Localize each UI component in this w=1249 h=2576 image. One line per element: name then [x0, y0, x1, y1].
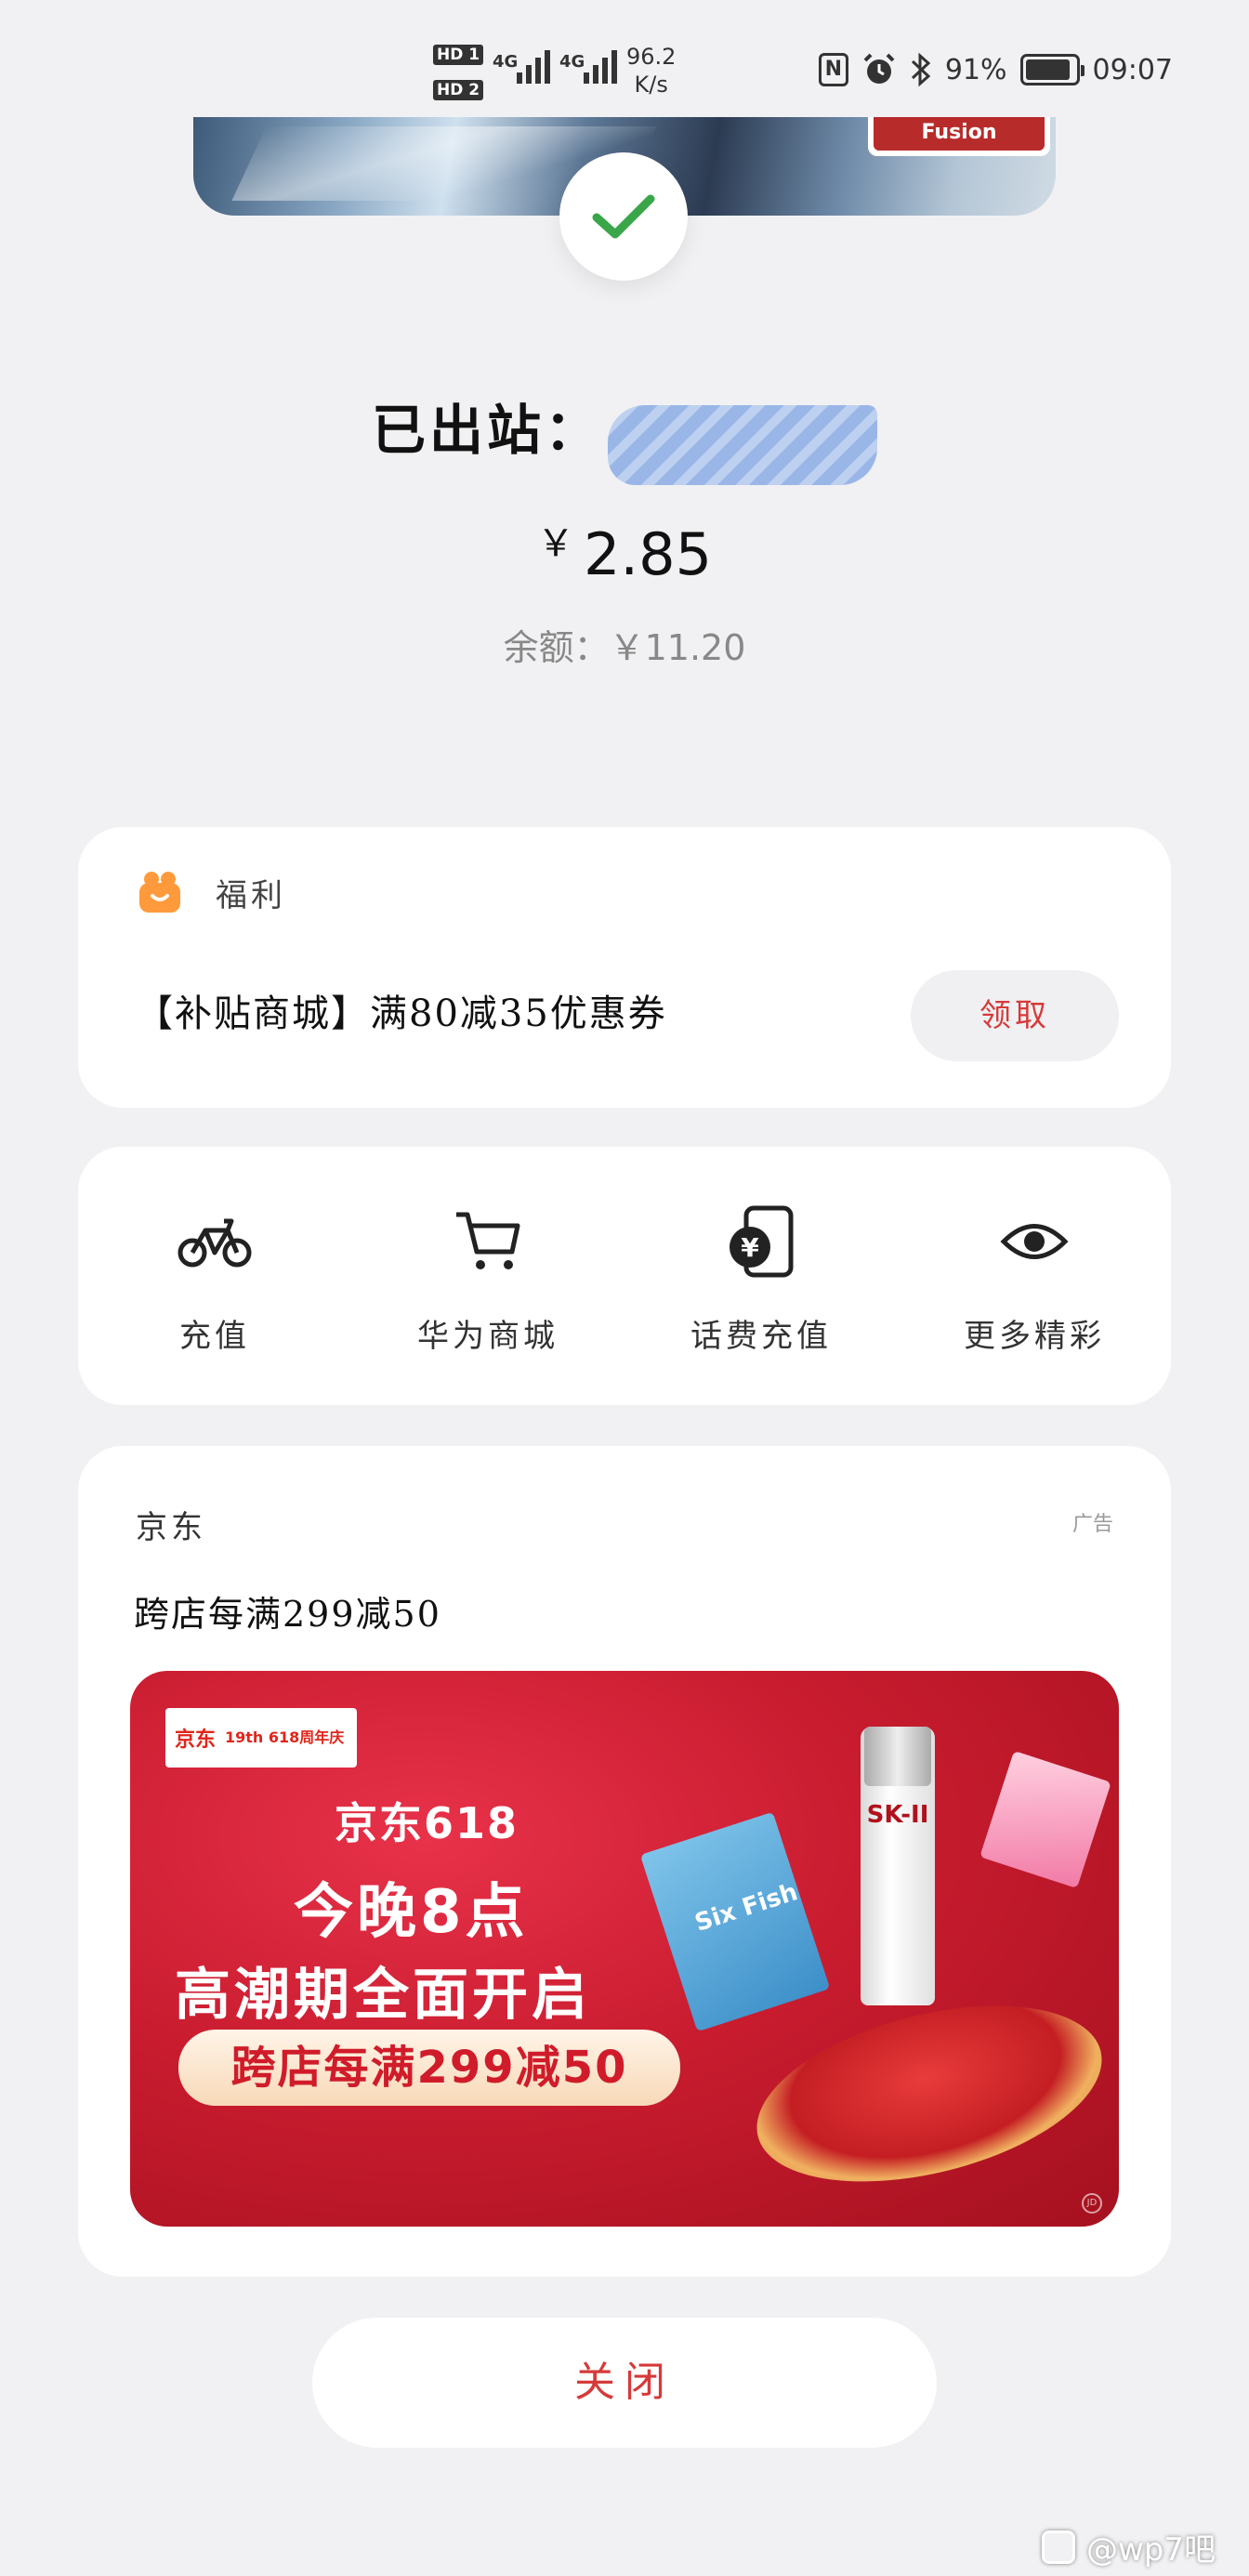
card-brand-label: Fusion	[874, 117, 1045, 151]
services-card: 充值 华为商城 ¥ 话费充值 更多精彩	[78, 1147, 1171, 1405]
services-row: 充值 华为商城 ¥ 话费充值 更多精彩	[78, 1147, 1171, 1356]
svg-text:¥: ¥	[741, 1232, 759, 1263]
service-label: 华为商城	[417, 1318, 559, 1355]
ad-card: 京东 广告 跨店每满299减50 京东 19th 618周年庆 京东618 今晚…	[78, 1446, 1171, 2277]
jd-logo: 京东 19th 618周年庆	[165, 1708, 357, 1768]
exit-station-label: 已出站：	[371, 399, 602, 462]
welfare-title: 福利	[216, 876, 286, 914]
banner-line-3: 高潮期全面开启	[175, 1963, 591, 2028]
banner-promo-pill: 跨店每满299减50	[178, 2030, 680, 2106]
eye-icon	[1000, 1224, 1069, 1259]
bicycle-icon	[177, 1218, 252, 1268]
service-phone-recharge[interactable]: ¥ 话费充值	[645, 1204, 877, 1356]
coupon-description: 【补贴商城】满80减35优惠券	[136, 992, 667, 1035]
close-button[interactable]: 关闭	[312, 2318, 937, 2448]
hd2-indicator: HD 2	[433, 80, 484, 100]
alarm-icon	[863, 53, 895, 84]
cart-icon	[456, 1212, 520, 1269]
watermark-logo-icon	[1041, 2530, 1075, 2564]
hd1-indicator: HD 1	[433, 45, 484, 65]
phone-yuan-icon: ¥	[730, 1205, 794, 1278]
product-bottle-cap	[864, 1727, 931, 1786]
welfare-card: 福利 【补贴商城】满80减35优惠券 领取	[78, 827, 1171, 1108]
checkmark-icon	[592, 194, 655, 239]
banner-corner-mark: JD	[1082, 2193, 1102, 2214]
battery-percent: 91%	[944, 53, 1007, 86]
bluetooth-icon	[911, 52, 931, 87]
banner-line-2: 今晚8点	[294, 1878, 529, 1947]
network-speed-value: 96.2	[626, 44, 677, 70]
battery-icon	[1019, 54, 1085, 85]
nfc-icon: N	[818, 53, 848, 86]
ad-advertiser: 京东	[136, 1509, 206, 1546]
service-label: 充值	[179, 1318, 250, 1355]
claim-coupon-button[interactable]: 领取	[911, 970, 1119, 1061]
ad-banner[interactable]: 京东 19th 618周年庆 京东618 今晚8点 高潮期全面开启 跨店每满29…	[130, 1671, 1119, 2227]
signal-strength-1-icon	[517, 46, 550, 84]
battery-fill	[1025, 59, 1070, 80]
clock: 09:07	[1092, 53, 1173, 86]
status-bar: HD 1 HD 2 4G 4G 96.2 K/s N 91% 09:07	[0, 0, 1249, 112]
fare-currency: ￥	[536, 522, 574, 565]
network-speed-unit: K/s	[634, 72, 668, 98]
product-box-pink-image	[979, 1750, 1111, 1889]
network-type-1: 4G	[493, 52, 519, 72]
fare-value: 2.85	[583, 520, 713, 588]
watermark-text: @wp7吧	[1085, 2531, 1216, 2569]
network-speed: 96.2 K/s	[626, 43, 676, 99]
watermark: @wp7吧	[1041, 2524, 1216, 2569]
service-label: 更多精彩	[964, 1318, 1105, 1355]
redacted-station-name	[608, 404, 877, 485]
product-stage-image	[739, 1974, 1119, 2214]
card-brand-badge: Fusion	[868, 117, 1050, 156]
welfare-header: 福利	[136, 868, 286, 916]
ad-headline: 跨店每满299减50	[134, 1594, 441, 1635]
status-right: N 91% 09:07	[818, 52, 1173, 87]
signal-strength-2-icon	[584, 46, 617, 84]
network-type-2: 4G	[559, 52, 585, 72]
jd-logo-text: 京东	[175, 1728, 217, 1752]
ad-label: 广告	[1072, 1513, 1113, 1536]
gift-icon	[139, 872, 180, 913]
service-recharge[interactable]: 充值	[99, 1204, 331, 1356]
anniversary-badge: 19th 618周年庆	[225, 1728, 345, 1746]
fare-amount: ￥ 2.85	[0, 513, 1249, 588]
service-label: 话费充值	[690, 1318, 832, 1355]
service-more[interactable]: 更多精彩	[918, 1204, 1150, 1356]
service-huawei-store[interactable]: 华为商城	[372, 1204, 604, 1356]
product-bottle-label: SK-II	[866, 1801, 929, 1829]
card-balance: 余额：￥11.20	[503, 627, 746, 668]
success-check	[559, 152, 688, 281]
exit-station-row: 已出站：	[0, 387, 1249, 485]
banner-line-1: 京东618	[335, 1798, 519, 1848]
